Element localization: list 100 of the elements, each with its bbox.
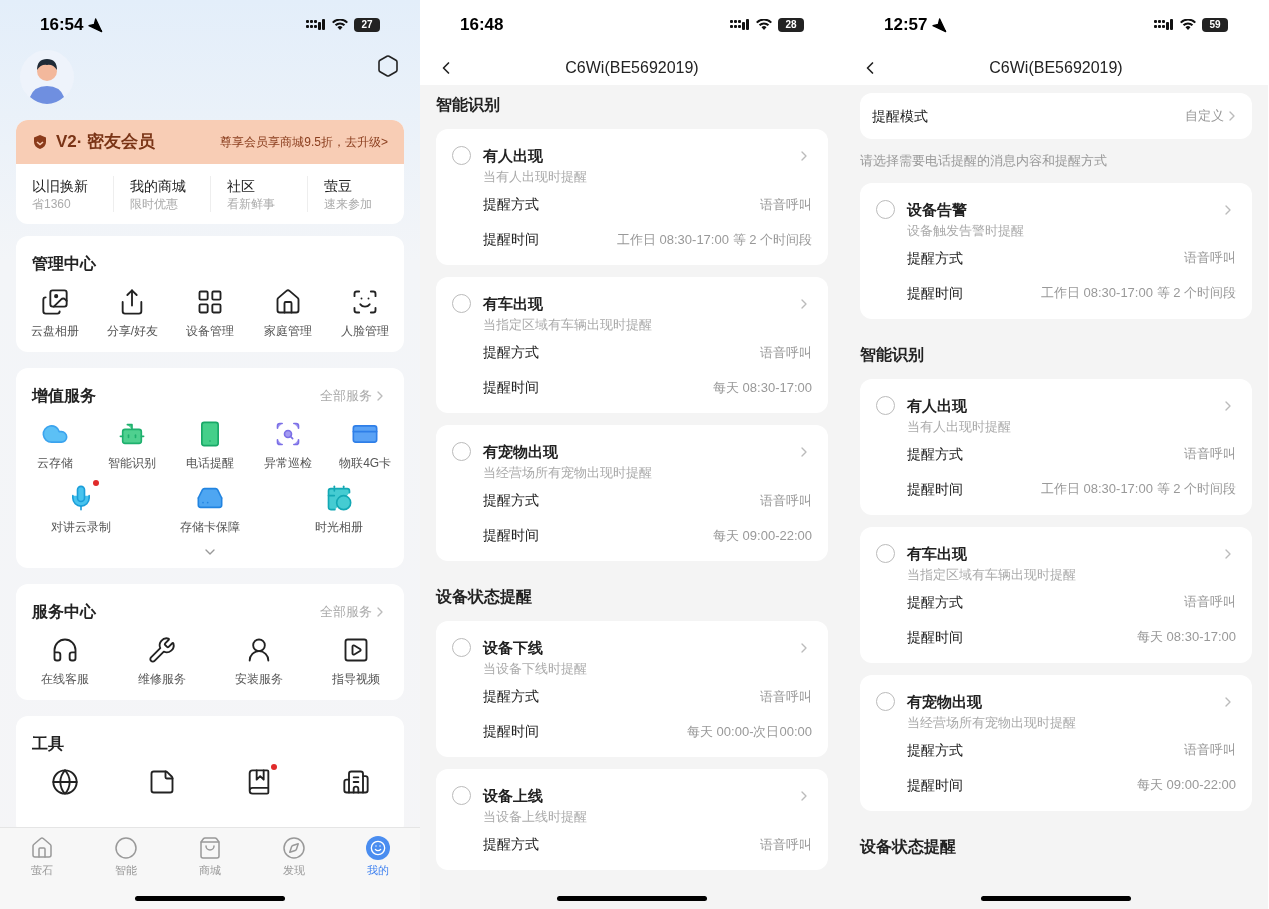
grid-item-label[interactable]: 人脸管理 — [341, 322, 390, 340]
alert-description: 设备触发告警时提醒 — [907, 221, 1025, 240]
alert-description: 当设备下线时提醒 — [483, 660, 588, 678]
section-title: 增值服务 — [32, 386, 96, 406]
setting-value[interactable]: 语音呼叫 — [760, 834, 812, 855]
setting-value[interactable]: 工作日 08:30-17:00 等 2 个时间段 — [1040, 283, 1236, 303]
grid-item-label[interactable]: 物联4G卡 — [339, 454, 392, 472]
setting-label: 提醒方式 — [483, 491, 539, 510]
setting-value[interactable]: 语音呼叫 — [760, 490, 812, 511]
building-icon — [341, 768, 370, 796]
grid-item-label[interactable]: 分享/好友 — [106, 322, 159, 340]
grid-item-label[interactable]: 电话提醒 — [186, 454, 234, 472]
signal-icon — [306, 19, 326, 31]
devices-icon — [196, 288, 224, 316]
membership-offer[interactable]: 尊享会员享商城9.5折，去升级> — [220, 133, 388, 151]
alert-title: 有车出现 — [907, 543, 967, 564]
setting-label: 提醒时间 — [907, 283, 963, 303]
tab-item[interactable]: 商城 — [168, 836, 252, 879]
alert-title: 有宠物出现 — [907, 691, 982, 712]
alert-title: 设备告警 — [907, 199, 967, 220]
grid-item-label[interactable]: 对讲云录制 — [50, 518, 111, 536]
battery-indicator: 27 — [354, 18, 380, 32]
quick-link-title[interactable]: 我的商城 — [130, 176, 194, 196]
quick-link-title[interactable]: 萤豆 — [324, 176, 388, 196]
grid-item-label[interactable]: 异常巡检 — [263, 454, 312, 472]
grid-item-label[interactable]: 安装服务 — [234, 670, 283, 688]
avatar — [20, 50, 74, 104]
reminder-mode-row[interactable]: 提醒模式 自定义 — [860, 93, 1252, 139]
radio-button[interactable] — [452, 146, 471, 165]
quick-link-subtitle: 省1360 — [32, 196, 72, 212]
wrench-icon — [147, 636, 176, 664]
setting-value[interactable]: 每天 00:00-次日00:00 — [687, 721, 812, 742]
grid-item-label[interactable]: 时光相册 — [315, 518, 364, 536]
grid-item-label[interactable]: 智能识别 — [108, 454, 157, 472]
grid-item-label[interactable]: 设备管理 — [186, 322, 234, 340]
quick-link-title[interactable]: 社区 — [227, 176, 291, 196]
setting-label: 提醒时间 — [483, 722, 539, 741]
grid-item-label[interactable]: 维修服务 — [137, 670, 186, 688]
radio-button[interactable] — [876, 691, 895, 711]
home-tab-icon — [30, 836, 54, 860]
section-title: 服务中心 — [32, 602, 96, 622]
radio-button[interactable] — [452, 638, 471, 657]
radio-button[interactable] — [452, 294, 471, 313]
setting-label: 提醒方式 — [483, 195, 539, 214]
setting-value[interactable]: 每天 08:30-17:00 — [713, 377, 812, 398]
alert-description: 当设备上线时提醒 — [483, 808, 588, 826]
alert-description: 当指定区域有车辆出现时提醒 — [907, 565, 1077, 584]
grid-item-label[interactable]: 存储卡保障 — [180, 518, 240, 536]
grid-item-label[interactable]: 在线客服 — [40, 670, 89, 688]
setting-value[interactable]: 语音呼叫 — [1184, 740, 1236, 760]
setting-value[interactable]: 工作日 08:30-17:00 等 2 个时间段 — [1040, 479, 1236, 499]
setting-label: 提醒方式 — [483, 687, 539, 706]
radio-button[interactable] — [452, 442, 471, 461]
grid-item-label[interactable]: 家庭管理 — [263, 322, 312, 340]
grid-item-label[interactable]: 指导视频 — [331, 670, 380, 688]
section-heading: 设备状态提醒 — [434, 587, 533, 607]
setting-label: 提醒方式 — [483, 343, 539, 362]
signal-icon — [730, 19, 750, 31]
membership-banner[interactable]: V2· 密友会员 尊享会员享商城9.5折，去升级> — [16, 120, 404, 164]
status-time: 12:57 — [884, 14, 928, 37]
setting-label: 提醒方式 — [907, 248, 963, 268]
shop-tab-icon — [198, 836, 222, 860]
quick-link-subtitle: 看新鲜事 — [227, 196, 276, 212]
quick-link-subtitle: 速来参加 — [324, 196, 373, 212]
page-title: C6Wi(BE5692019) — [565, 57, 699, 78]
setting-label: 提醒时间 — [483, 378, 539, 397]
calendar-icon — [325, 484, 354, 512]
tab-item[interactable]: 我的 — [336, 836, 420, 879]
page-title: C6Wi(BE5692019) — [989, 57, 1123, 78]
setting-value[interactable]: 语音呼叫 — [1184, 248, 1236, 268]
setting-value[interactable]: 语音呼叫 — [1184, 444, 1236, 464]
setting-value[interactable]: 每天 09:00-22:00 — [1137, 775, 1236, 795]
setting-value[interactable]: 语音呼叫 — [760, 342, 812, 363]
tab-item[interactable]: 发现 — [252, 836, 336, 879]
setting-value[interactable]: 语音呼叫 — [760, 686, 812, 707]
wifi-icon — [1180, 19, 1196, 31]
setting-value[interactable]: 每天 09:00-22:00 — [713, 525, 812, 546]
radio-button[interactable] — [452, 786, 471, 805]
setting-value[interactable]: 工作日 08:30-17:00 等 2 个时间段 — [616, 229, 812, 250]
setting-value[interactable]: 语音呼叫 — [760, 194, 812, 215]
tab-item[interactable]: 智能 — [84, 836, 168, 879]
grid-item-label[interactable]: 云盘相册 — [30, 322, 79, 340]
alert-title: 设备下线 — [483, 638, 543, 658]
grid-item-label[interactable]: 云存储 — [36, 454, 73, 472]
album-icon — [40, 288, 69, 316]
radio-button[interactable] — [876, 199, 895, 219]
wifi-icon — [332, 19, 348, 31]
radio-button[interactable] — [876, 395, 895, 415]
radio-button[interactable] — [876, 543, 895, 563]
tab-item[interactable]: 萤石 — [0, 836, 84, 879]
mode-label: 提醒模式 — [872, 106, 928, 126]
quick-link-title[interactable]: 以旧换新 — [32, 176, 97, 196]
setting-value[interactable]: 每天 08:30-17:00 — [1137, 627, 1236, 647]
battery-indicator: 28 — [778, 18, 804, 32]
status-time: 16:54 — [40, 14, 84, 37]
setting-label: 提醒方式 — [907, 444, 963, 464]
setting-label: 提醒方式 — [907, 740, 963, 760]
setting-label: 提醒时间 — [907, 775, 963, 795]
setting-value[interactable]: 语音呼叫 — [1184, 592, 1236, 612]
setting-label: 提醒时间 — [907, 479, 963, 499]
